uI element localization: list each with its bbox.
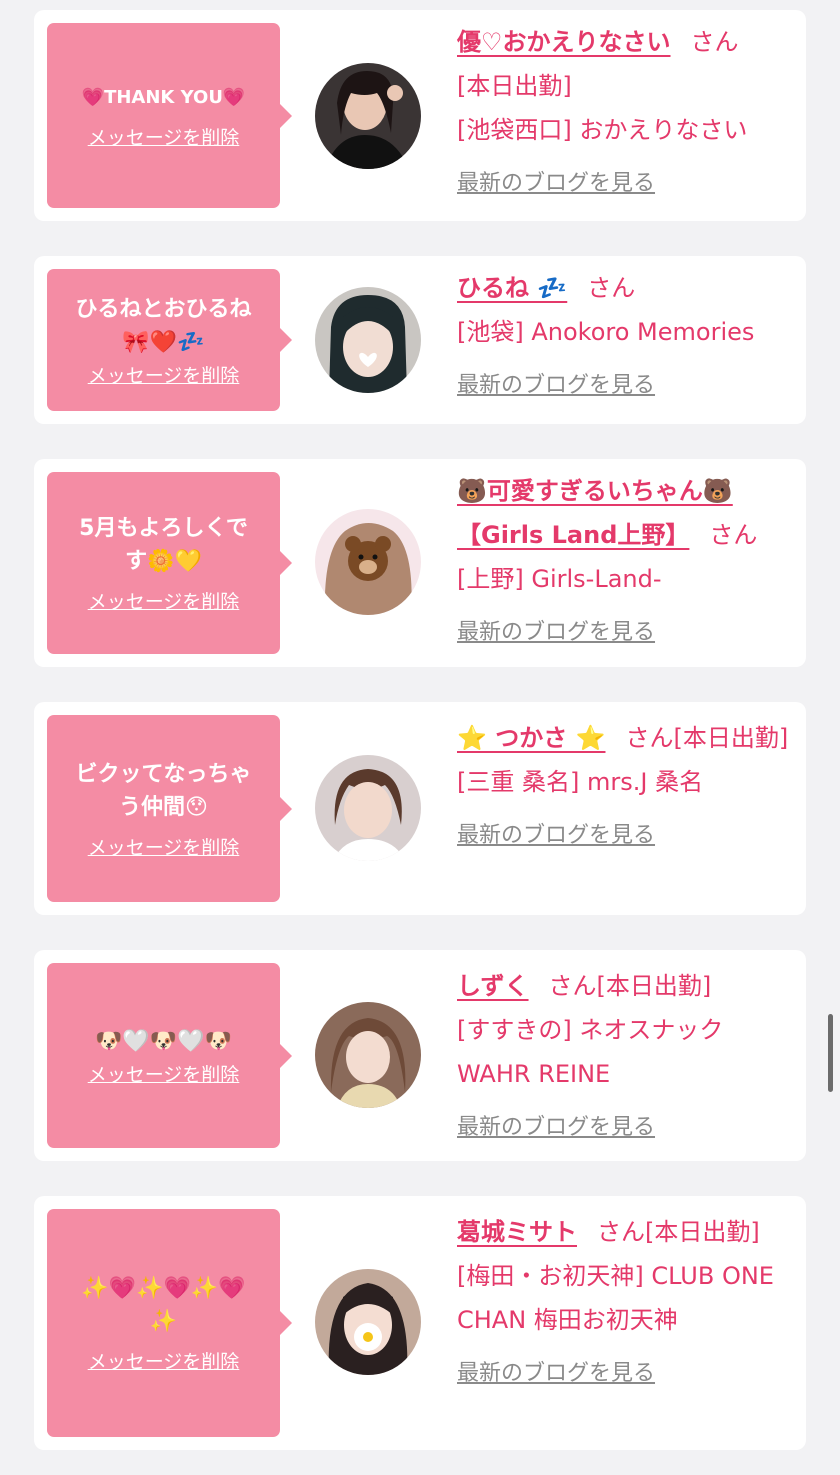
honorific: さん [690, 28, 739, 56]
info-line: [本日出勤] [457, 72, 572, 100]
delete-message-link[interactable]: メッセージを削除 [88, 833, 240, 860]
favorite-info: ひるね 💤 さん [池袋] Anokoro Memories 最新のブログを見る [457, 266, 792, 408]
info-line: [池袋] Anokoro Memories [457, 318, 755, 346]
avatar[interactable] [315, 287, 421, 393]
avatar[interactable] [315, 1269, 421, 1375]
favorite-info: 🐻可愛すぎるいちゃん🐻【Girls Land上野】 さん [上野] Girls-L… [457, 469, 792, 655]
message-text: 🐶🤍🐶🤍🐶 [95, 1028, 232, 1054]
delete-message-link[interactable]: メッセージを削除 [88, 361, 240, 388]
favorite-info: 葛城ミサト さん[本日出勤] [梅田・お初天神] CLUB ONE CHAN 梅田… [457, 1210, 792, 1396]
favorite-info: ⭐️ つかさ ⭐️ さん[本日出勤] [三重 桑名] mrs.J 桑名 最新のブロ… [457, 716, 792, 858]
message-bubble: 🐶🤍🐶🤍🐶 メッセージを削除 [47, 963, 292, 1148]
cast-name-link[interactable]: 葛城ミサト [457, 1218, 577, 1246]
delete-message-link[interactable]: メッセージを削除 [88, 123, 240, 150]
message-bubble: ビクッてなっちゃ う仲間😯 メッセージを削除 [47, 715, 292, 902]
avatar[interactable] [315, 63, 421, 169]
delete-message-link[interactable]: メッセージを削除 [88, 1060, 240, 1087]
delete-message-link[interactable]: メッセージを削除 [88, 587, 240, 614]
message-text: ビクッてなっちゃ う仲間😯 [75, 761, 252, 820]
favorite-info: しずく さん[本日出勤] [すすきの] ネオスナック WAHR REINE 最新の… [457, 964, 792, 1150]
honorific: さん [709, 521, 758, 549]
favorite-card: ビクッてなっちゃ う仲間😯 メッセージを削除 ⭐️ つかさ ⭐️ さん[本日出勤]… [34, 702, 806, 915]
avatar[interactable] [315, 509, 421, 615]
message-bubble: ✨💗✨💗✨💗 ✨ メッセージを削除 [47, 1209, 292, 1437]
favorite-info: 優♡おかえりなさい さん [本日出勤] [池袋西口] おかえりなさい 最新のブログ… [457, 20, 792, 206]
info-line: [梅田・お初天神] CLUB ONE CHAN 梅田お初天神 [457, 1262, 774, 1334]
latest-blog-link[interactable]: 最新のブログを見る [457, 364, 655, 408]
message-text: 💗THANK YOU💗 [81, 87, 246, 108]
honorific: さん [587, 274, 636, 302]
honorific: さん[本日出勤] [548, 972, 712, 1000]
favorite-card: 5月もよろしくで す🌼💛 メッセージを削除 🐻可愛すぎるいちゃん🐻【Girls … [34, 459, 806, 667]
message-bubble: 💗THANK YOU💗 メッセージを削除 [47, 23, 292, 208]
cast-name-link[interactable]: 🐻可愛すぎるいちゃん🐻【Girls Land上野】 [457, 477, 733, 549]
info-line: [三重 桑名] mrs.J 桑名 [457, 768, 704, 796]
info-line: [すすきの] ネオスナック WAHR REINE [457, 1016, 724, 1088]
info-line: [上野] Girls-Land- [457, 565, 662, 593]
latest-blog-link[interactable]: 最新のブログを見る [457, 1352, 655, 1396]
message-text: ✨💗✨💗✨💗 ✨ [81, 1276, 246, 1334]
cast-name-link[interactable]: しずく [457, 972, 529, 1000]
latest-blog-link[interactable]: 最新のブログを見る [457, 1106, 655, 1150]
cast-name-link[interactable]: ⭐️ つかさ ⭐️ [457, 724, 605, 752]
honorific: さん[本日出勤] [597, 1218, 760, 1246]
latest-blog-link[interactable]: 最新のブログを見る [457, 162, 655, 206]
favorite-card: 💗THANK YOU💗 メッセージを削除 優♡おかえりなさい さん [本日出勤] … [34, 10, 806, 221]
message-text: 5月もよろしくで す🌼💛 [79, 516, 248, 574]
message-bubble: 5月もよろしくで す🌼💛 メッセージを削除 [47, 472, 292, 654]
info-line: [池袋西口] おかえりなさい [457, 116, 748, 144]
cast-name-link[interactable]: ひるね 💤 [457, 274, 567, 302]
message-text: ひるねとおひるね 🎀❤️💤 [75, 296, 252, 355]
latest-blog-link[interactable]: 最新のブログを見る [457, 611, 655, 655]
favorite-card: ひるねとおひるね 🎀❤️💤 メッセージを削除 ひるね 💤 さん [池袋] Anok… [34, 256, 806, 424]
avatar[interactable] [315, 1002, 421, 1108]
honorific: さん[本日出勤] [625, 724, 789, 752]
latest-blog-link[interactable]: 最新のブログを見る [457, 814, 655, 858]
delete-message-link[interactable]: メッセージを削除 [88, 1347, 240, 1374]
scrollbar[interactable] [828, 1014, 833, 1092]
favorite-card: 🐶🤍🐶🤍🐶 メッセージを削除 しずく さん[本日出勤] [すすきの] ネオスナック… [34, 950, 806, 1161]
cast-name-link[interactable]: 優♡おかえりなさい [457, 28, 671, 56]
avatar[interactable] [315, 755, 421, 861]
favorite-card: ✨💗✨💗✨💗 ✨ メッセージを削除 葛城ミサト さん[本日出勤] [梅田・お初天神… [34, 1196, 806, 1450]
message-bubble: ひるねとおひるね 🎀❤️💤 メッセージを削除 [47, 269, 292, 411]
